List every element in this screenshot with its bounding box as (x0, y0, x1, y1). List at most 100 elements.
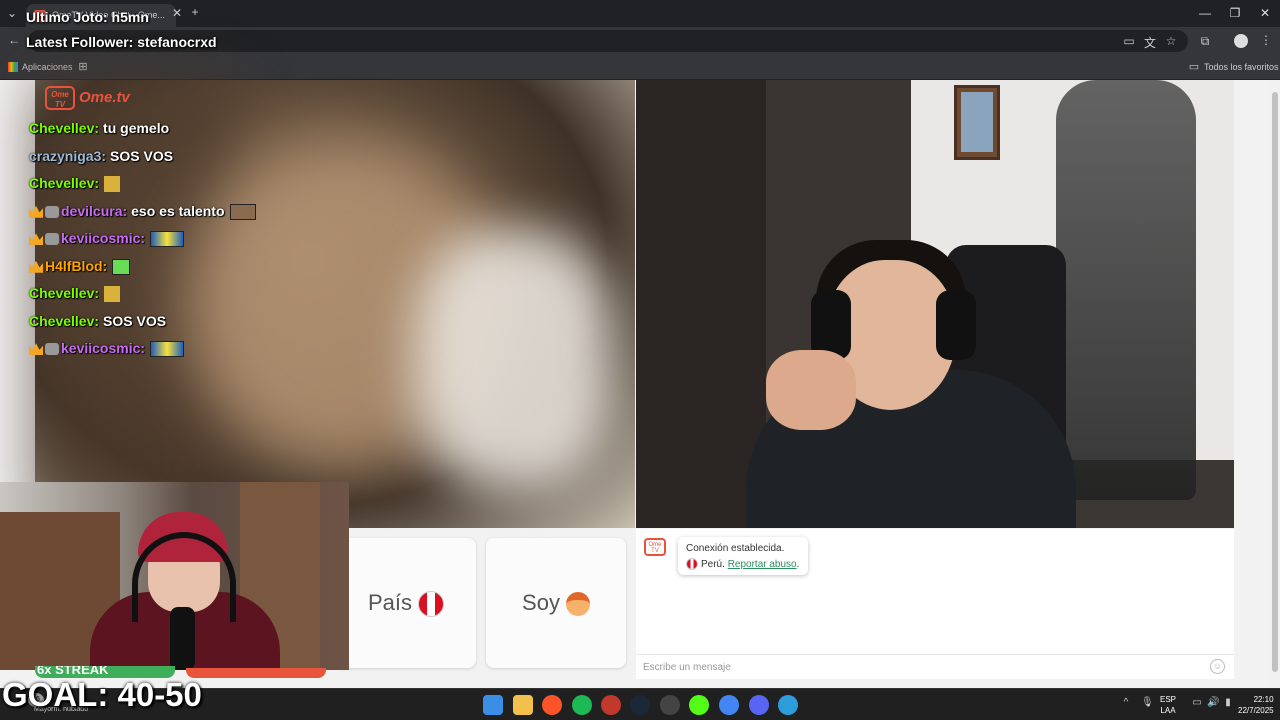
chat-message: Chevellev: tu gemelo (29, 118, 429, 146)
close-window-icon[interactable]: ✕ (1250, 4, 1280, 22)
chat-message: devilcura: eso es talento (29, 201, 429, 229)
video-picture-frame (954, 85, 1000, 160)
crown-badge-icon (29, 205, 43, 218)
mic-icon[interactable]: 🎙 (1141, 697, 1154, 708)
ometv-chat-panel: Ome TV Conexión establecida. Perú. Repor… (636, 529, 1234, 679)
car-emote-icon (150, 231, 185, 248)
chat-message: Chevellev: (29, 283, 429, 311)
video-armor-statue (1056, 80, 1196, 500)
connection-text: Conexión establecida. (686, 543, 785, 554)
robot-badge-icon (45, 233, 59, 246)
translate-icon[interactable]: 文 (1143, 34, 1157, 51)
last-joto-overlay: Ultimo Joto: h5mn (26, 9, 149, 25)
volume-icon[interactable]: 🔊 (1207, 697, 1219, 708)
profile-icon[interactable] (1234, 34, 1248, 48)
robot-badge-icon (45, 343, 59, 356)
chat-message: keviicosmic: (29, 228, 429, 256)
chat-username[interactable]: crazyniga3: (29, 148, 106, 164)
bookmark-all-favorites[interactable]: Todos los favoritos (1204, 62, 1279, 72)
kick-icon[interactable] (689, 695, 709, 715)
tray-chevron-icon[interactable]: ^ (1120, 697, 1132, 708)
cast-icon[interactable]: ▭ (1122, 34, 1136, 48)
chrome-icon[interactable] (719, 695, 739, 715)
ometv-logo-text: Ome.tv (79, 88, 130, 106)
maximize-icon[interactable]: ❐ (1220, 4, 1250, 22)
chat-message: H4lfBlod: (29, 256, 429, 284)
battery-icon[interactable]: ▮ (1222, 697, 1234, 708)
chat-text: eso es talento (131, 202, 225, 219)
chat-text: SOS VOS (110, 147, 174, 164)
clock-date: 22/7/2025 (1238, 706, 1274, 715)
country-filter-label: País (367, 590, 413, 615)
chat-username[interactable]: H4lfBlod: (45, 258, 107, 274)
close-tab-icon[interactable]: ✕ (170, 6, 184, 20)
ometv-watermark-logo: Ome TV Ome.tv (45, 86, 130, 112)
car-emote-icon (150, 341, 185, 358)
chat-username[interactable]: Chevellev: (29, 120, 99, 136)
frog-emote-icon (112, 258, 131, 275)
red-progress-bar (186, 668, 326, 678)
report-suffix: . (796, 559, 800, 570)
start-icon[interactable] (483, 695, 503, 715)
streamer-webcam (0, 482, 349, 670)
crown-badge-icon (29, 260, 43, 273)
folder-icon: ▭ (1188, 61, 1200, 73)
emoji-icon[interactable]: ☺ (1210, 659, 1225, 674)
page-scrollbar[interactable] (1270, 80, 1280, 688)
report-abuse-link[interactable]: Reportar abuso (728, 559, 797, 570)
stream-app-icon[interactable] (601, 695, 621, 715)
obs-icon[interactable] (660, 695, 680, 715)
goal-overlay: GOAL: 40-50 (2, 676, 202, 713)
minimize-icon[interactable]: — (1190, 4, 1220, 22)
blur-region (415, 230, 615, 490)
bookmark-apps[interactable]: Aplicaciones (22, 62, 73, 72)
network-icon[interactable]: ▭ (1191, 697, 1203, 708)
banana-emote-icon (104, 176, 121, 193)
scrollbar-thumb[interactable] (1272, 92, 1278, 672)
gender-filter-button[interactable]: Soy (486, 538, 626, 668)
menu-icon[interactable]: ⋮ (1260, 33, 1272, 47)
chat-message: Chevellev: SOS VOS (29, 311, 429, 339)
chat-text: SOS VOS (103, 312, 167, 329)
peru-flag-icon (418, 591, 445, 618)
system-message: Conexión establecida. Perú. Reportar abu… (678, 537, 808, 575)
chat-message: Chevellev: (29, 173, 429, 201)
star-icon[interactable]: ☆ (1164, 34, 1178, 48)
tab-search-icon[interactable]: ⌄ (4, 6, 20, 22)
clock[interactable]: 22:10 22/7/2025 (1238, 694, 1274, 716)
browser-icon[interactable] (778, 695, 798, 715)
chat-username[interactable]: keviicosmic: (61, 340, 145, 356)
chat-username[interactable]: devilcura: (61, 203, 127, 219)
peru-flag-icon (686, 558, 698, 571)
discord-icon[interactable] (749, 695, 769, 715)
chat-username[interactable]: Chevellev: (29, 313, 99, 329)
back-arrow-icon[interactable]: ← (6, 33, 22, 47)
extensions-icon[interactable]: ⧉ (1198, 34, 1212, 49)
apps-grid-icon (8, 62, 18, 72)
robot-badge-icon (45, 205, 59, 218)
file-explorer-icon[interactable] (513, 695, 533, 715)
chat-username[interactable]: Chevellev: (29, 175, 99, 191)
new-tab-icon[interactable]: + (188, 5, 202, 19)
chat-message: keviicosmic: (29, 338, 429, 366)
chat-username[interactable]: Chevellev: (29, 285, 99, 301)
chat-username[interactable]: keviicosmic: (61, 230, 145, 246)
country-name: Perú. (701, 559, 725, 570)
language-indicator[interactable]: ESP LAA (1160, 694, 1176, 716)
boy-emoji-icon (565, 592, 590, 617)
country-filter-button[interactable]: País (336, 538, 476, 668)
ometv-tv-icon: Ome TV (45, 86, 75, 110)
clock-time: 22:10 (1253, 695, 1274, 704)
spotify-icon[interactable] (572, 695, 592, 715)
banana-emote-icon (104, 286, 121, 303)
brave-icon[interactable] (542, 695, 562, 715)
message-input[interactable]: Escribe un mensaje (636, 654, 1234, 679)
lang-bottom: LAA (1160, 706, 1176, 715)
chat-text: tu gemelo (103, 120, 170, 136)
country-line: Perú. Reportar abuso. (686, 557, 800, 573)
stranger-video (636, 80, 1234, 528)
video-stranger-person (706, 220, 1076, 528)
tab-groups-icon[interactable]: ⊞ (77, 60, 89, 73)
ometv-logo-icon: Ome TV (644, 538, 666, 556)
steam-icon[interactable] (630, 695, 650, 715)
